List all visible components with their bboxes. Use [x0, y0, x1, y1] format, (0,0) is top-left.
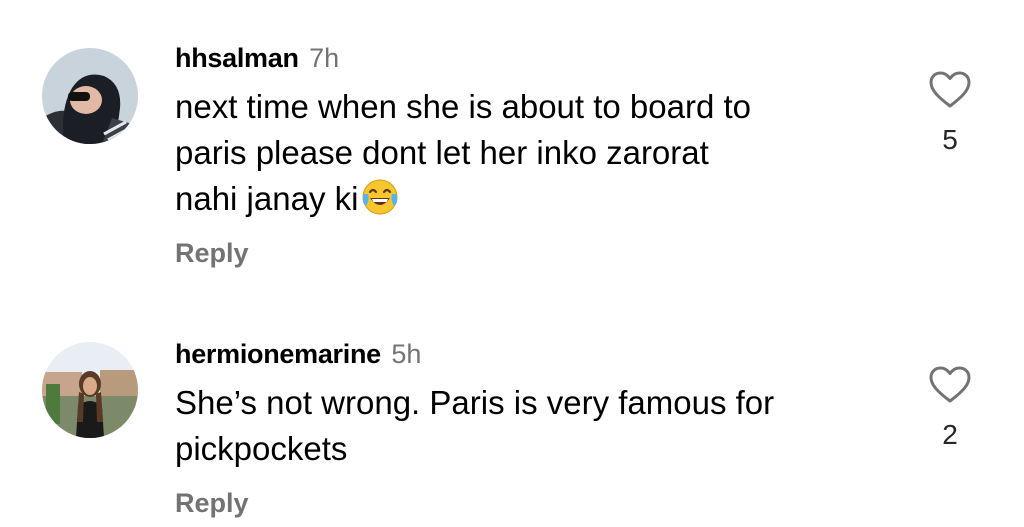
comment-text-content: She’s not wrong. Paris is very famous fo…	[175, 384, 775, 467]
avatar[interactable]	[42, 48, 138, 144]
comment-text-content: next time when she is about to board to …	[175, 88, 752, 217]
like-control: 2	[924, 365, 976, 451]
comment-body: hhsalman 7h next time when she is about …	[175, 38, 895, 269]
avatar[interactable]	[42, 342, 138, 438]
username[interactable]: hermionemarine	[175, 339, 381, 369]
reply-button[interactable]: Reply	[175, 238, 249, 269]
reply-button[interactable]: Reply	[175, 488, 249, 519]
comment-text: next time when she is about to board to …	[175, 84, 895, 222]
timestamp: 5h	[391, 339, 422, 369]
timestamp: 7h	[309, 43, 340, 73]
heart-outline-icon[interactable]	[928, 70, 972, 110]
like-count: 5	[942, 124, 958, 155]
username[interactable]: hhsalman	[175, 43, 299, 73]
comment-meta: hhsalman 7h	[175, 38, 895, 78]
like-count: 2	[942, 419, 958, 450]
heart-outline-icon[interactable]	[928, 365, 972, 405]
comment-text: She’s not wrong. Paris is very famous fo…	[175, 380, 895, 472]
avatar-image	[42, 342, 138, 438]
comment-item: hermionemarine 5h She’s not wrong. Paris…	[0, 290, 1024, 527]
comment-meta: hermionemarine 5h	[175, 334, 895, 374]
avatar-image	[42, 48, 138, 144]
laughing-tears-emoji-icon	[360, 176, 400, 216]
comment-body: hermionemarine 5h She’s not wrong. Paris…	[175, 334, 895, 519]
like-control: 5	[924, 70, 976, 156]
comment-item: hhsalman 7h next time when she is about …	[0, 0, 1024, 290]
